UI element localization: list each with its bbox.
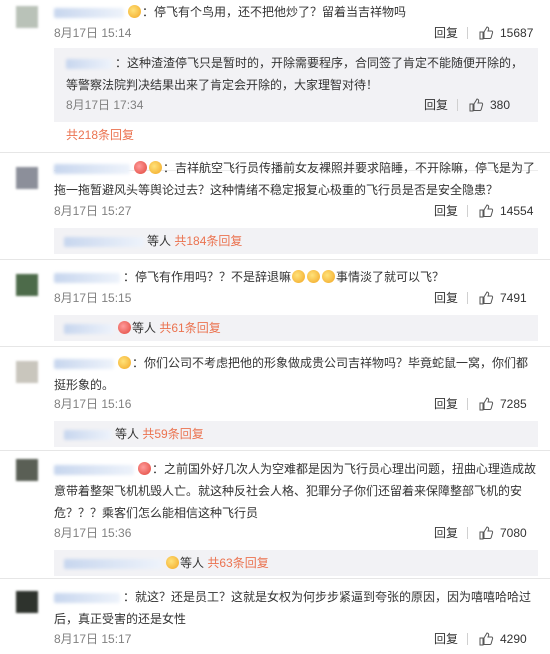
username[interactable] (54, 592, 120, 603)
comment-item: ：你们公司不考虑把他的形象做成贵公司吉祥物吗？毕竟蛇鼠一窝，你们都挺形象的。 8… (0, 347, 550, 447)
more-replies-bar: 等人 共184条回复 (54, 228, 538, 254)
like-count: 7285 (500, 397, 527, 411)
emoji-icon (292, 270, 306, 283)
comment-item: ：停飞有个鸟用，还不把他炒了？留着当吉祥物吗 8月17日 15:14 回复 15… (0, 0, 550, 171)
username[interactable] (64, 429, 112, 440)
avatar[interactable] (16, 274, 38, 296)
comment-text: ：就这？还是员工？这就是女权为何步步紧逼到夸张的原因，因为嘻嘻哈哈过后，真正受害… (54, 590, 532, 626)
divider (457, 99, 458, 111)
more-replies-link[interactable]: 共61条回复 (159, 321, 220, 335)
comment-item: ：吉祥航空飞行员传播前女友裸照并要求陪睡，不开除嘛，停飞是为了拖一拖暂避风头等舆… (0, 153, 550, 257)
comment-item: ：停飞有作用吗？？不是辞退嘛 事情淡了就可以飞？ 8月17日 15:15 回复 7… (0, 260, 550, 344)
divider (467, 292, 468, 304)
sub-reply-text: ：这种渣渣停飞只是暂时的，开除需要程序，合同签了肯定不能随便开除的，等警察法院判… (66, 56, 524, 92)
comment-text: ：之前国外好几次人为空难都是因为飞行员心理出问题，扭曲心理造成故意带着整架飞机机… (54, 462, 537, 520)
username[interactable] (64, 236, 144, 247)
more-replies[interactable]: 等人 共61条回复 (64, 319, 221, 337)
sub-reply-meta: 8月17日 17:34 回复 380 (66, 96, 528, 114)
divider (467, 633, 468, 645)
emoji-icon (118, 356, 131, 369)
divider (467, 27, 468, 39)
like-count: 7080 (500, 526, 527, 540)
comment-date: 8月17日 15:16 (54, 397, 132, 411)
emoji-icon (118, 321, 131, 334)
avatar[interactable] (16, 167, 38, 189)
thumbs-up-icon (479, 291, 494, 305)
comment-text: ：你们公司不考虑把他的形象做成贵公司吉祥物吗？毕竟蛇鼠一窝，你们都挺形象的。 (54, 356, 529, 392)
comment-meta: 8月17日 15:36 回复 7080 (54, 524, 538, 542)
reply-button[interactable]: 回复 (434, 524, 458, 542)
like-count: 4290 (500, 632, 527, 646)
comment-date: 8月17日 15:27 (54, 204, 132, 218)
more-replies-link[interactable]: 共63条回复 (207, 556, 268, 570)
emoji-icon (149, 161, 162, 174)
username[interactable] (64, 323, 114, 334)
reply-button[interactable]: 回复 (424, 96, 448, 114)
thumbs-up-icon (479, 397, 494, 411)
comment-meta: 8月17日 15:15 回复 7491 (54, 289, 538, 307)
comment-meta: 8月17日 15:27 回复 14554 (54, 202, 538, 220)
comment-date: 8月17日 15:14 (54, 26, 132, 40)
comment-item: ：就这？还是员工？这就是女权为何步步紧逼到夸张的原因，因为嘻嘻哈哈过后，真正受害… (0, 579, 550, 654)
comment-text: ：吉祥航空飞行员传播前女友裸照并要求陪睡，不开除嘛，停飞是为了拖一拖暂避风头等舆… (54, 161, 536, 197)
divider (467, 205, 468, 217)
username[interactable] (54, 464, 134, 475)
sub-reply-date: 8月17日 17:34 (66, 98, 144, 112)
comment-text: ：停飞有作用吗？？不是辞退嘛 事情淡了就可以飞？ (54, 266, 538, 288)
comment-date: 8月17日 15:15 (54, 291, 132, 305)
emoji-icon (322, 270, 336, 283)
more-replies[interactable]: 共218条回复 (66, 126, 134, 144)
username[interactable] (64, 558, 162, 569)
more-replies-link[interactable]: 共184条回复 (174, 234, 242, 248)
reply-button[interactable]: 回复 (434, 202, 458, 220)
username[interactable] (54, 7, 124, 18)
divider (467, 527, 468, 539)
username[interactable] (54, 272, 120, 283)
reply-button[interactable]: 回复 (434, 630, 458, 648)
comment-item: ：之前国外好几次人为空难都是因为飞行员心理出问题，扭曲心理造成故意带着整架飞机机… (0, 451, 550, 576)
like-count: 15687 (500, 26, 534, 40)
thumbs-up-icon (479, 526, 494, 540)
avatar[interactable] (16, 459, 38, 481)
comment-meta: 8月17日 15:14 回复 15687 (54, 24, 538, 42)
like-count: 7491 (500, 291, 527, 305)
comment-meta: 8月17日 15:16 回复 7285 (54, 395, 538, 413)
comment-meta: 8月17日 15:17 回复 4290 (54, 630, 538, 648)
reply-button[interactable]: 回复 (434, 24, 458, 42)
avatar[interactable] (16, 591, 38, 613)
reply-button[interactable]: 回复 (434, 395, 458, 413)
emoji-icon (128, 5, 141, 18)
more-replies[interactable]: 等人 共184条回复 (64, 232, 242, 250)
reply-button[interactable]: 回复 (434, 289, 458, 307)
divider (467, 398, 468, 410)
more-replies[interactable]: 等人 共63条回复 (64, 554, 269, 572)
avatar[interactable] (16, 6, 38, 28)
username[interactable] (54, 163, 130, 174)
emoji-icon (166, 556, 179, 569)
comment-text: ：停飞有个鸟用，还不把他炒了？留着当吉祥物吗 (54, 1, 538, 23)
more-replies-bar: 等人 共63条回复 (54, 550, 538, 576)
more-replies-link[interactable]: 共59条回复 (142, 427, 203, 441)
more-replies-link[interactable]: 共218条回复 (66, 128, 134, 142)
more-replies-bar: 等人 共61条回复 (54, 315, 538, 341)
emoji-icon (307, 270, 321, 283)
thumbs-up-icon (479, 204, 494, 218)
comment-date: 8月17日 15:36 (54, 526, 132, 540)
username[interactable] (54, 358, 114, 369)
emoji-icon (138, 462, 151, 475)
more-replies-bar: 等人 共59条回复 (54, 421, 538, 447)
more-replies[interactable]: 等人 共59条回复 (64, 425, 204, 443)
comment-date: 8月17日 15:17 (54, 632, 132, 646)
thumbs-up-icon (469, 98, 484, 112)
like-count: 380 (490, 98, 511, 112)
username[interactable] (66, 58, 112, 69)
emoji-icon (134, 161, 147, 174)
like-count: 14554 (500, 204, 534, 218)
thumbs-up-icon (479, 26, 494, 40)
thumbs-up-icon (479, 632, 494, 646)
sub-reply-box: ：这种渣渣停飞只是暂时的，开除需要程序，合同签了肯定不能随便开除的，等警察法院判… (54, 48, 538, 171)
avatar[interactable] (16, 361, 38, 383)
